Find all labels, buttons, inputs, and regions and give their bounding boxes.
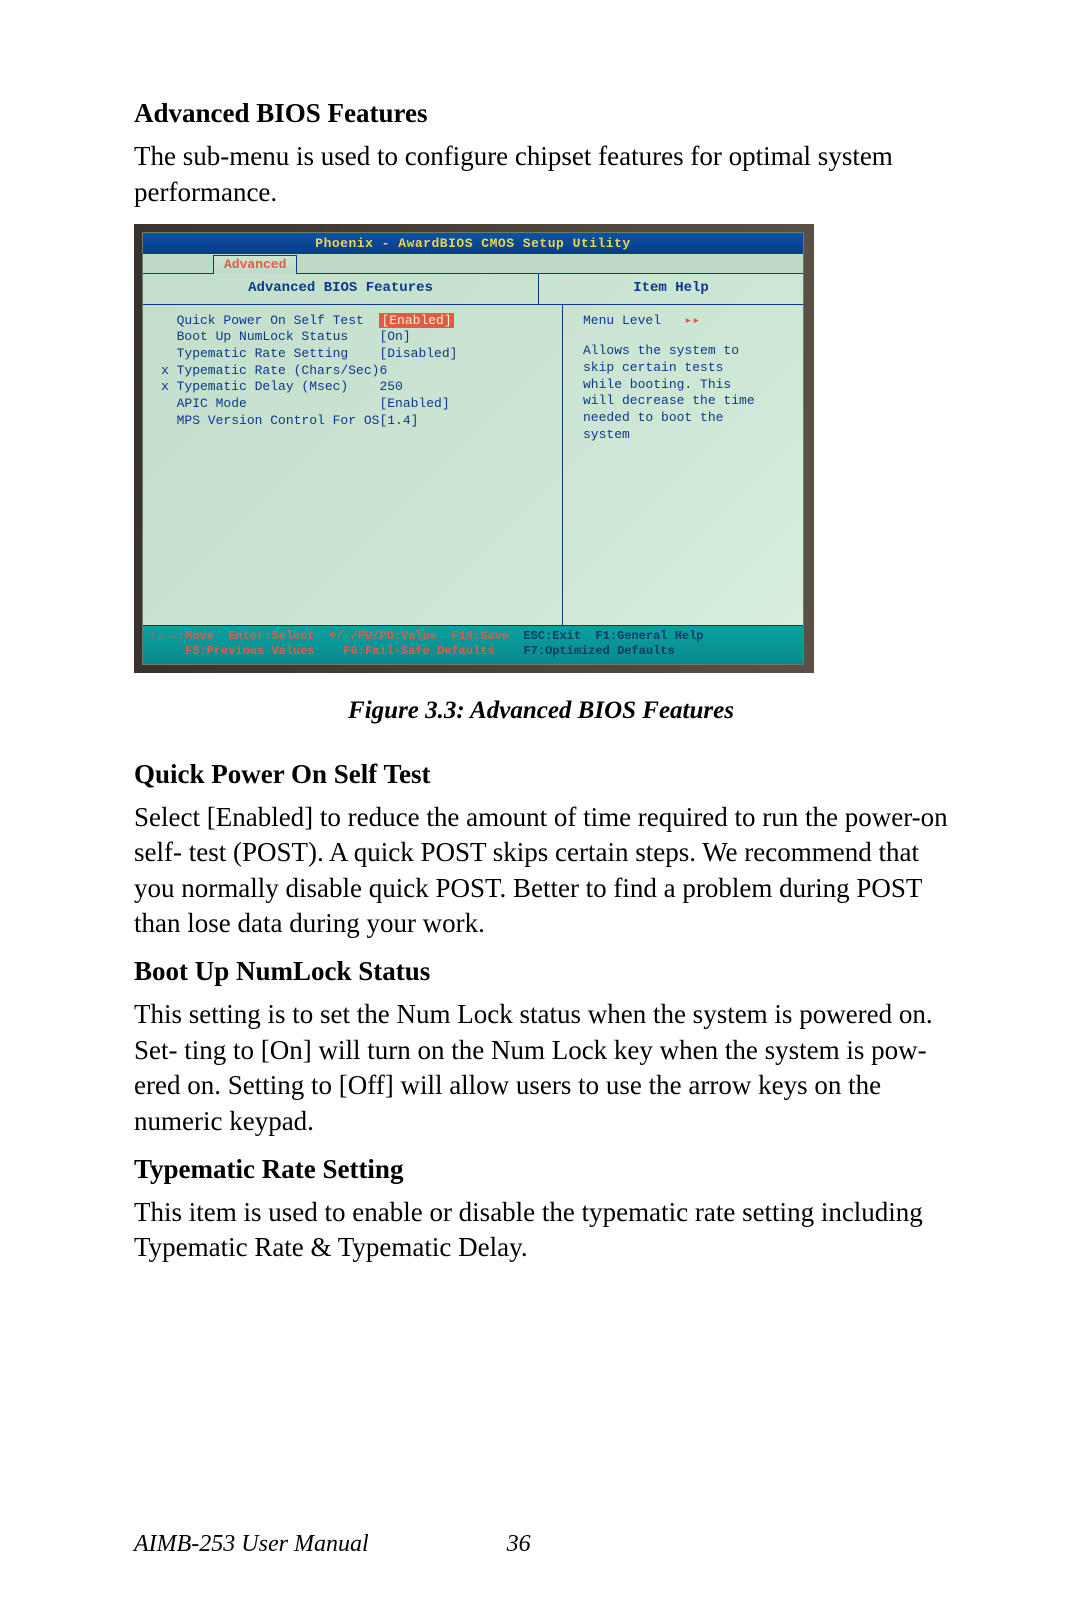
bios-setting-label: Quick Power On Self Test: [161, 313, 379, 328]
section-body-typematic: This item is used to enable or disable t…: [134, 1195, 948, 1266]
bios-tab-advanced[interactable]: Advanced: [213, 255, 297, 274]
bios-setting-row[interactable]: MPS Version Control For OS[1.4]: [161, 413, 556, 430]
bios-setting-value[interactable]: 250: [379, 379, 402, 394]
section-heading-numlock: Boot Up NumLock Status: [134, 956, 948, 987]
bios-help-level-arrows-icon: ▸▸: [684, 313, 700, 328]
section-body-qpost: Select [Enabled] to reduce the amount of…: [134, 800, 948, 943]
bios-setting-value[interactable]: [Enabled]: [379, 396, 449, 411]
section-heading-qpost: Quick Power On Self Test: [134, 759, 948, 790]
bios-setting-label: Typematic Rate Setting: [161, 346, 379, 361]
figure-caption: Figure 3.3: Advanced BIOS Features: [134, 697, 948, 725]
bios-help-panel: Menu Level ▸▸ Allows the system to skip …: [563, 305, 803, 625]
bios-setting-value[interactable]: 6: [379, 363, 387, 378]
bios-column-headers: Advanced BIOS Features Item Help: [143, 274, 803, 305]
manual-name: AIMB-253 User Manual: [134, 1531, 369, 1557]
bios-setting-label: x Typematic Rate (Chars/Sec): [161, 363, 379, 378]
page-footer: AIMB-253 User Manual 36: [134, 1531, 531, 1558]
section-heading-advanced-bios: Advanced BIOS Features: [134, 98, 948, 129]
bios-setting-row[interactable]: Typematic Rate Setting [Disabled]: [161, 346, 556, 363]
bios-help-level-label: Menu Level: [583, 313, 661, 328]
bios-setting-row[interactable]: Boot Up NumLock Status [On]: [161, 329, 556, 346]
section-body-numlock: This setting is to set the Num Lock stat…: [134, 997, 948, 1140]
section-heading-typematic: Typematic Rate Setting: [134, 1154, 948, 1185]
bios-footer-keys: ↑↓→←:Move Enter:Select +/-/PU/PD:Value F…: [143, 626, 803, 664]
bios-setting-label: Boot Up NumLock Status: [161, 329, 379, 344]
bios-setting-label: APIC Mode: [161, 396, 379, 411]
bios-setting-value[interactable]: [Disabled]: [379, 346, 457, 361]
bios-help-text: Allows the system to skip certain tests …: [583, 343, 763, 443]
bios-screenshot: Phoenix - AwardBIOS CMOS Setup Utility A…: [134, 224, 814, 672]
bios-header-main: Advanced BIOS Features: [143, 274, 539, 304]
bios-setting-row[interactable]: APIC Mode [Enabled]: [161, 396, 556, 413]
bios-setting-label: MPS Version Control For OS: [161, 413, 379, 428]
bios-header-help: Item Help: [539, 274, 803, 304]
bios-settings-panel[interactable]: Quick Power On Self Test [Enabled] Boot …: [143, 305, 563, 625]
bios-setting-row[interactable]: Quick Power On Self Test [Enabled]: [161, 313, 556, 330]
bios-titlebar: Phoenix - AwardBIOS CMOS Setup Utility: [143, 233, 803, 254]
bios-setting-label: x Typematic Delay (Msec): [161, 379, 379, 394]
bios-tab-row: Advanced: [143, 254, 803, 274]
section-intro-advanced-bios: The sub-menu is used to configure chipse…: [134, 139, 948, 210]
bios-setting-row[interactable]: x Typematic Delay (Msec) 250: [161, 379, 556, 396]
bios-setting-value[interactable]: [1.4]: [379, 413, 418, 428]
bios-setting-value[interactable]: [Enabled]: [379, 313, 453, 328]
bios-setting-value[interactable]: [On]: [379, 329, 410, 344]
bios-setting-row[interactable]: x Typematic Rate (Chars/Sec)6: [161, 363, 556, 380]
page-number: 36: [507, 1531, 531, 1557]
